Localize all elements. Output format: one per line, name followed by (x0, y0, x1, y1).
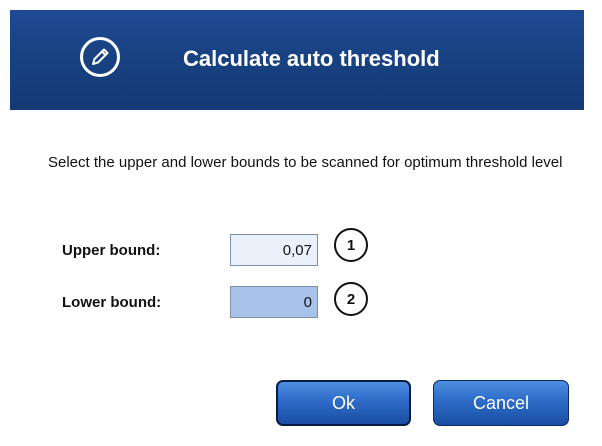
dialog-header: Calculate auto threshold (10, 10, 584, 110)
pencil-icon (80, 37, 120, 77)
callout-2: 2 (334, 282, 368, 316)
callout-1: 1 (334, 228, 368, 262)
lower-bound-input[interactable] (230, 286, 318, 318)
cancel-button[interactable]: Cancel (433, 380, 569, 426)
dialog-title: Calculate auto threshold (183, 46, 440, 71)
upper-bound-input[interactable] (230, 234, 318, 266)
ok-button[interactable]: Ok (276, 380, 411, 426)
lower-bound-label: Lower bound: (62, 294, 162, 311)
instructions-text: Select the upper and lower bounds to be … (48, 154, 563, 171)
upper-bound-label: Upper bound: (62, 242, 161, 259)
